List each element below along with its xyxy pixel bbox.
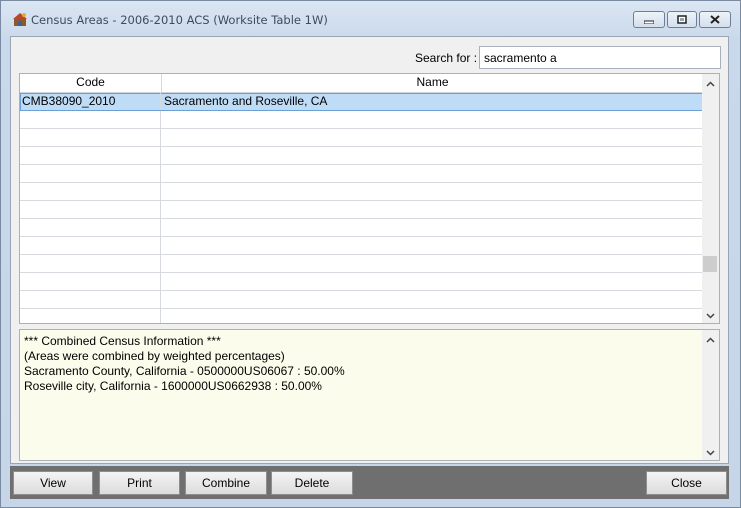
info-vertical-scrollbar[interactable] xyxy=(702,330,719,460)
info-text: *** Combined Census Information *** (Are… xyxy=(24,334,345,394)
restore-icon xyxy=(677,13,687,27)
chevron-down-icon xyxy=(706,308,715,322)
info-scroll-up-button[interactable] xyxy=(702,330,719,347)
info-line-area-2: Roseville city, California - 1600000US06… xyxy=(24,379,322,393)
table-row-empty[interactable] xyxy=(20,273,703,291)
minimize-icon xyxy=(643,13,655,27)
combined-info-box[interactable]: *** Combined Census Information *** (Are… xyxy=(19,329,720,461)
chevron-up-icon xyxy=(706,76,715,90)
census-areas-grid[interactable]: Code Name CMB38090_2010 Sacramento and R… xyxy=(19,73,720,324)
button-bar: View Print Combine Delete Close xyxy=(10,466,729,499)
close-window-button[interactable] xyxy=(699,11,731,28)
table-row-empty[interactable] xyxy=(20,291,703,309)
info-line-method: (Areas were combined by weighted percent… xyxy=(24,349,285,363)
census-areas-window: Census Areas - 2006-2010 ACS (Worksite T… xyxy=(0,0,741,508)
info-line-area-1: Sacramento County, California - 0500000U… xyxy=(24,364,345,378)
table-row-empty[interactable] xyxy=(20,255,703,273)
grid-header: Code Name xyxy=(20,74,703,93)
combine-button[interactable]: Combine xyxy=(185,471,267,495)
table-row-empty[interactable] xyxy=(20,183,703,201)
close-icon xyxy=(710,13,720,27)
column-header-name[interactable]: Name xyxy=(162,74,703,92)
table-row-empty[interactable] xyxy=(20,165,703,183)
cell-name[interactable]: Sacramento and Roseville, CA xyxy=(161,93,702,110)
title-bar[interactable]: Census Areas - 2006-2010 ACS (Worksite T… xyxy=(1,1,740,33)
window-title: Census Areas - 2006-2010 ACS (Worksite T… xyxy=(31,13,328,27)
table-row-empty[interactable] xyxy=(20,219,703,237)
info-line-heading: *** Combined Census Information *** xyxy=(24,334,221,348)
column-header-code[interactable]: Code xyxy=(20,74,161,92)
minimize-button[interactable] xyxy=(633,11,665,28)
view-button[interactable]: View xyxy=(13,471,93,495)
info-scroll-down-button[interactable] xyxy=(702,443,719,460)
client-area: Search for : Code Name CMB38090_2010 Sac… xyxy=(10,36,729,464)
restore-button[interactable] xyxy=(667,11,697,28)
scroll-thumb[interactable] xyxy=(703,256,717,273)
print-button[interactable]: Print xyxy=(99,471,180,495)
delete-button[interactable]: Delete xyxy=(271,471,353,495)
table-row-empty[interactable] xyxy=(20,129,703,147)
search-input[interactable] xyxy=(479,46,721,69)
search-label: Search for : xyxy=(415,51,478,65)
chevron-up-icon xyxy=(706,332,715,346)
cell-code[interactable]: CMB38090_2010 xyxy=(20,93,161,110)
table-row-selected[interactable]: CMB38090_2010 Sacramento and Roseville, … xyxy=(20,93,703,111)
scroll-up-button[interactable] xyxy=(702,74,719,91)
table-row-empty[interactable] xyxy=(20,111,703,129)
grid-vertical-scrollbar[interactable] xyxy=(702,74,719,323)
grid-body: CMB38090_2010 Sacramento and Roseville, … xyxy=(20,93,703,323)
close-button[interactable]: Close xyxy=(646,471,727,495)
table-row-empty[interactable] xyxy=(20,237,703,255)
app-icon xyxy=(12,11,28,27)
scroll-down-button[interactable] xyxy=(702,306,719,323)
table-row-empty[interactable] xyxy=(20,147,703,165)
table-row-empty[interactable] xyxy=(20,201,703,219)
table-row-empty[interactable] xyxy=(20,309,703,323)
chevron-down-icon xyxy=(706,445,715,459)
